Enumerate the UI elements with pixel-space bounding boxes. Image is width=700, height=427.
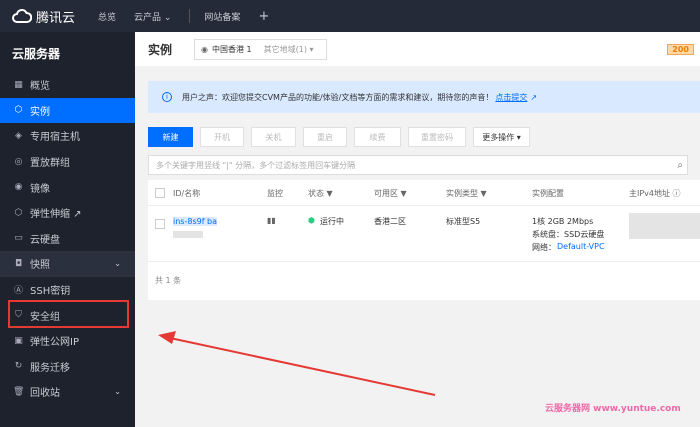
annotation-arrow xyxy=(158,331,436,396)
watermark: 云服务器网 www.yuntue.com xyxy=(545,404,681,414)
